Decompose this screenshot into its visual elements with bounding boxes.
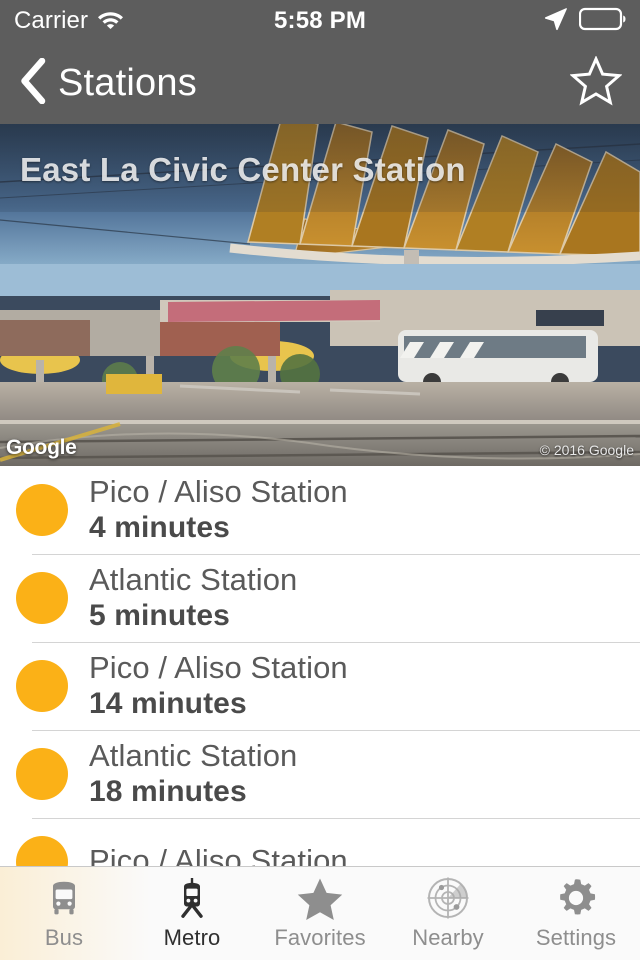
destination-label: Pico / Aliso Station [89,473,348,509]
departures-list[interactable]: Pico / Aliso Station 4 minutes Atlantic … [0,466,640,866]
row-text: Pico / Aliso Station 4 minutes [89,473,348,545]
tab-label: Favorites [274,925,366,950]
navigation-bar: Stations [0,42,640,124]
eta-label: 4 minutes [89,510,230,544]
tab-label: Nearby [412,925,484,950]
tab-nearby[interactable]: Nearby [384,867,512,960]
line-marker-icon [16,484,68,536]
station-name-overlay: East La Civic Center Station [20,151,466,188]
gear-icon [553,876,599,920]
wifi-icon [97,9,124,34]
station-photo[interactable]: East La Civic Center Station Google © 20… [0,124,640,466]
favorite-button[interactable] [569,54,623,111]
bus-icon [42,876,86,920]
location-arrow-icon [543,6,568,36]
eta-label: 14 minutes [89,686,247,720]
destination-label: Atlantic Station [89,561,298,597]
status-bar: Carrier 5:58 PM [0,0,640,42]
row-text: Pico / Aliso Station 14 minutes [89,649,348,721]
app-screen: Carrier 5:58 PM Stations East La Civic C… [0,0,640,960]
line-marker-icon [16,748,68,800]
table-row[interactable]: Pico / Aliso Station [0,818,640,866]
table-row[interactable]: Pico / Aliso Station 4 minutes [0,466,640,554]
tab-bar: Bus Metro Favorites Nearby Settings [0,866,640,960]
tram-icon [170,876,214,920]
radar-icon [425,876,471,920]
back-button[interactable]: Stations [18,57,197,109]
row-text: Atlantic Station 5 minutes [89,561,298,633]
chevron-left-icon [18,57,46,109]
star-outline-icon [569,54,623,111]
row-text: Pico / Aliso Station [89,843,348,866]
status-bar-left: Carrier [14,7,274,35]
star-filled-icon [297,876,343,920]
destination-label: Pico / Aliso Station [89,649,348,685]
back-button-label: Stations [58,61,197,104]
destination-label: Pico / Aliso Station [89,843,348,866]
table-row[interactable]: Atlantic Station 18 minutes [0,730,640,818]
tab-label: Metro [163,925,221,950]
map-copyright: © 2016 Google [539,442,634,458]
status-bar-right [366,6,626,36]
tab-label: Bus [44,925,84,950]
tab-bus[interactable]: Bus [0,867,128,960]
line-marker-icon [16,836,68,866]
destination-label: Atlantic Station [89,737,298,773]
tab-settings[interactable]: Settings [512,867,640,960]
status-bar-center: 5:58 PM [274,7,366,35]
eta-label: 18 minutes [89,774,247,808]
carrier-label: Carrier [14,7,89,34]
tab-label: Settings [535,925,617,950]
google-logo: Google [6,436,77,459]
battery-icon [578,7,626,36]
line-marker-icon [16,660,68,712]
line-marker-icon [16,572,68,624]
eta-label: 5 minutes [89,598,230,632]
tab-metro[interactable]: Metro [128,867,256,960]
row-text: Atlantic Station 18 minutes [89,737,298,809]
clock-label: 5:58 PM [273,7,367,34]
table-row[interactable]: Pico / Aliso Station 14 minutes [0,642,640,730]
tab-favorites[interactable]: Favorites [256,867,384,960]
table-row[interactable]: Atlantic Station 5 minutes [0,554,640,642]
